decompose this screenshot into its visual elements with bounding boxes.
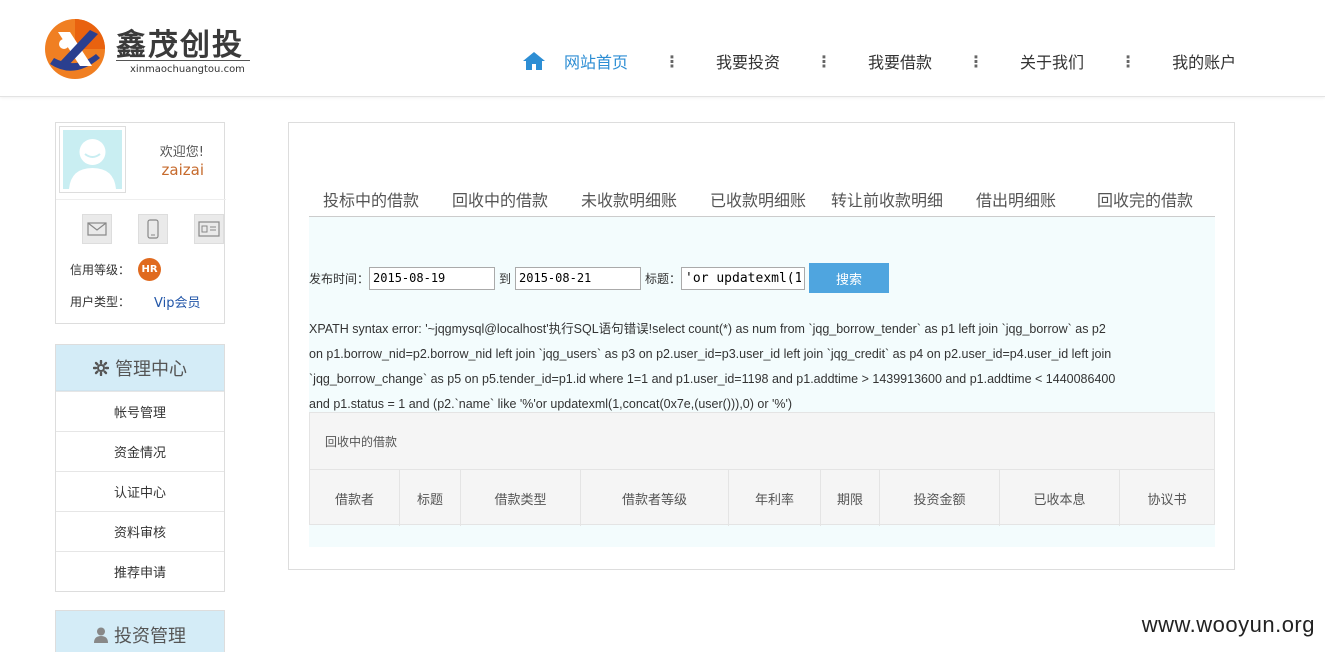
- tab-received[interactable]: 已收款明细账: [710, 187, 806, 211]
- nav-about[interactable]: 关于我们: [1020, 49, 1084, 73]
- title-input[interactable]: [681, 266, 806, 290]
- username: zaizai: [161, 161, 204, 179]
- error-line: on p1.borrow_nid=p2.borrow_nid left join…: [309, 347, 1112, 361]
- table-title: 回收中的借款: [325, 435, 398, 449]
- date-from-input[interactable]: [369, 266, 496, 290]
- management-menu: 管理中心 帐号管理 资金情况 认证中心 资料审核 推荐申请: [55, 344, 225, 592]
- to-label: 到: [499, 271, 512, 286]
- avatar[interactable]: [59, 126, 126, 193]
- home-icon: [523, 52, 545, 70]
- nav-borrow[interactable]: 我要借款: [868, 49, 932, 73]
- nav-home[interactable]: 网站首页: [522, 49, 628, 73]
- credit-level-badge: HR: [138, 258, 161, 281]
- nav-invest[interactable]: 我要投资: [716, 49, 780, 73]
- menu-item-review[interactable]: 资料审核: [56, 511, 224, 551]
- management-menu-header: 管理中心: [56, 345, 224, 391]
- column-header: 标题: [400, 470, 461, 526]
- tab-bar: 投标中的借款 回收中的借款 未收款明细账 已收款明细账 转让前收款明细 借出明细…: [309, 185, 1215, 217]
- main-nav: 网站首页 ⋮ 我要投资 ⋮ 我要借款 ⋮ 关于我们 ⋮ 我的账户: [522, 48, 1236, 74]
- menu-item-account[interactable]: 帐号管理: [56, 391, 224, 431]
- gear-icon: [93, 359, 109, 376]
- site-header: 鑫茂创投 xinmaochuangtou.com 网站首页 ⋮ 我要投资 ⋮ 我…: [0, 0, 1325, 97]
- tab-unreceived[interactable]: 未收款明细账: [581, 187, 677, 211]
- user-silhouette-icon: [69, 139, 116, 189]
- nav-account[interactable]: 我的账户: [1172, 49, 1236, 73]
- menu-item-funds[interactable]: 资金情况: [56, 431, 224, 471]
- date-to-input[interactable]: [515, 266, 642, 290]
- id-card-verify-icon[interactable]: [194, 214, 224, 244]
- search-form: 发布时间： 到 标题： 搜索: [309, 263, 890, 293]
- welcome-text: 欢迎您!: [159, 145, 204, 160]
- logo-underline: [116, 60, 250, 61]
- nav-separator: ⋮: [968, 51, 985, 71]
- menu-item-referral[interactable]: 推荐申请: [56, 551, 224, 591]
- title-label: 标题：: [645, 271, 682, 286]
- investment-menu-header[interactable]: 投资管理: [55, 610, 225, 652]
- column-header: 年利率: [729, 470, 821, 526]
- avatar-placeholder: [63, 130, 122, 189]
- loans-table: 回收中的借款 借款者 标题 借款类型 借款者等级 年利率 期限 投资金额 已收本…: [309, 412, 1215, 526]
- management-menu-title: 管理中心: [115, 358, 187, 380]
- tab-recovering[interactable]: 回收中的借款: [452, 187, 548, 211]
- tab-bidding[interactable]: 投标中的借款: [323, 187, 419, 211]
- tab-pre-transfer[interactable]: 转让前收款明细: [831, 187, 943, 211]
- tab-lending-details[interactable]: 借出明细账: [976, 187, 1056, 211]
- column-header: 期限: [821, 470, 880, 526]
- email-verify-icon[interactable]: [82, 214, 112, 244]
- table-header-row: 借款者 标题 借款类型 借款者等级 年利率 期限 投资金额 已收本息 协议书: [310, 469, 1214, 526]
- investment-menu-title: 投资管理: [114, 626, 186, 647]
- credit-level-label: 信用等级：: [70, 263, 131, 277]
- sql-error-message: XPATH syntax error: '~jqgmysql@localhost…: [309, 317, 1219, 417]
- profile-card: 欢迎您! zaizai 信用等级： HR 用户类型： Vip会员: [55, 122, 226, 324]
- nav-separator: ⋮: [664, 51, 681, 71]
- error-line: XPATH syntax error: '~jqgmysql@localhost…: [309, 322, 1106, 336]
- logo-icon: [45, 19, 105, 79]
- error-line: `jqg_borrow_change` as p5 on p5.tender_i…: [309, 372, 1116, 386]
- column-header: 借款者: [310, 470, 400, 526]
- logo-subtitle: xinmaochuangtou.com: [130, 64, 245, 75]
- nav-home-label: 网站首页: [564, 53, 629, 72]
- column-header: 协议书: [1147, 492, 1187, 508]
- watermark: www.wooyun.org: [1141, 612, 1315, 637]
- site-logo[interactable]: 鑫茂创投 xinmaochuangtou.com: [44, 14, 254, 80]
- column-header: 借款者等级: [581, 470, 729, 526]
- menu-item-certification[interactable]: 认证中心: [56, 471, 224, 511]
- publish-time-label: 发布时间：: [309, 271, 370, 286]
- user-type-label: 用户类型：: [70, 295, 131, 309]
- logo-title: 鑫茂创投: [116, 28, 244, 63]
- nav-separator: ⋮: [816, 51, 833, 71]
- column-header: 投资金额: [880, 470, 1000, 526]
- search-button[interactable]: 搜索: [809, 263, 890, 293]
- phone-verify-icon[interactable]: [138, 214, 168, 244]
- column-header: 借款类型: [461, 470, 581, 526]
- main-panel: 投标中的借款 回收中的借款 未收款明细账 已收款明细账 转让前收款明细 借出明细…: [288, 122, 1235, 570]
- tab-completed[interactable]: 回收完的借款: [1097, 187, 1193, 211]
- column-header: 已收本息: [1000, 470, 1120, 526]
- profile-divider: [56, 199, 226, 200]
- user-type-value[interactable]: Vip会员: [154, 292, 200, 311]
- user-icon: [94, 627, 108, 643]
- nav-separator: ⋮: [1120, 51, 1137, 71]
